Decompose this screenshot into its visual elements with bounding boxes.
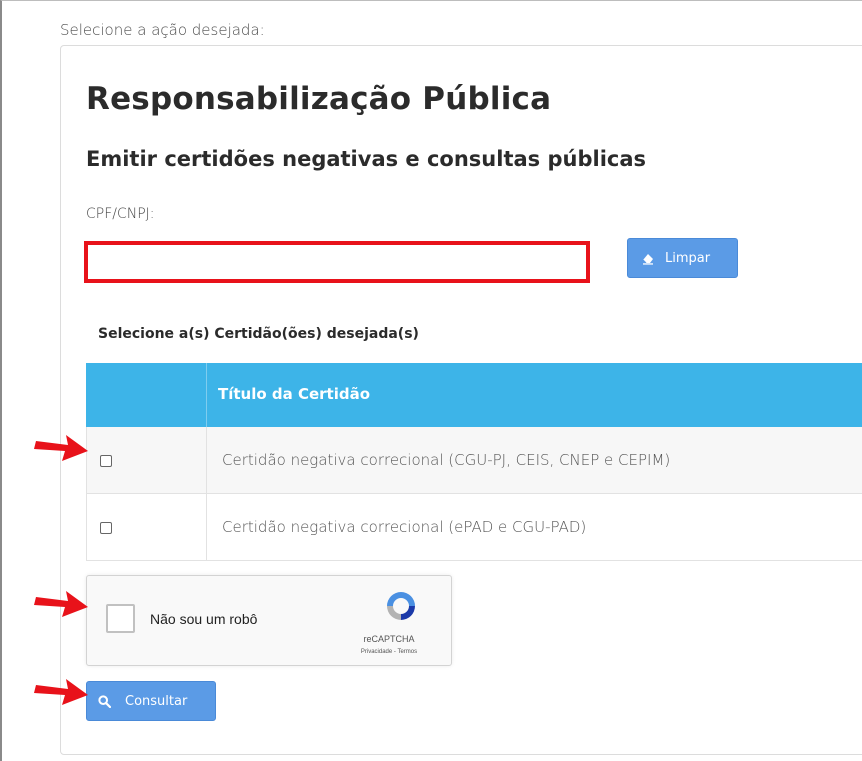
- red-arrow-icon: [34, 591, 88, 617]
- recaptcha-widget: Não sou um robô reCAPTCHA Privacidade - …: [86, 575, 452, 666]
- red-arrow-icon: [34, 679, 88, 705]
- recaptcha-label: Não sou um robô: [150, 611, 258, 627]
- consultar-button-label: Consultar: [125, 693, 188, 709]
- recaptcha-logo-icon: [387, 592, 415, 620]
- certificate-checkbox-2[interactable]: [100, 522, 112, 534]
- consultar-button[interactable]: Consultar: [86, 681, 216, 721]
- clear-button[interactable]: Limpar: [627, 238, 738, 278]
- table-row: Certidão negativa correcional (ePAD e CG…: [86, 494, 862, 561]
- certificate-label-1: Certidão negativa correcional (CGU-PJ, C…: [222, 451, 671, 469]
- action-prompt: Selecione a ação desejada:: [60, 21, 265, 39]
- cpf-cnpj-input[interactable]: [84, 241, 590, 283]
- table-row: Certidão negativa correcional (CGU-PJ, C…: [86, 427, 862, 494]
- row-divider: [206, 427, 207, 493]
- recaptcha-checkbox[interactable]: [106, 604, 135, 633]
- eraser-icon: [642, 254, 653, 265]
- search-icon: [98, 694, 111, 708]
- certificate-checkbox-1[interactable]: [100, 455, 112, 467]
- certificate-label-2: Certidão negativa correcional (ePAD e CG…: [222, 518, 587, 536]
- page-title: Responsabilização Pública: [86, 81, 552, 117]
- row-divider: [206, 494, 207, 560]
- page-screen: Selecione a ação desejada: Responsabiliz…: [0, 0, 862, 761]
- clear-button-label: Limpar: [665, 250, 711, 266]
- page-subtitle: Emitir certidões negativas e consultas p…: [86, 147, 647, 171]
- table-header-divider: [206, 363, 207, 427]
- row-border: [86, 494, 87, 560]
- table-header: [86, 363, 862, 427]
- column-header-title: Título da Certidão: [218, 385, 371, 403]
- cpf-label: CPF/CNPJ:: [86, 206, 155, 222]
- recaptcha-brand: reCAPTCHA: [363, 634, 415, 644]
- certificates-section-title: Selecione a(s) Certidão(ões) desejada(s): [98, 326, 419, 342]
- recaptcha-privacy-terms-links[interactable]: Privacidade - Termos: [337, 649, 441, 655]
- red-arrow-icon: [34, 435, 88, 461]
